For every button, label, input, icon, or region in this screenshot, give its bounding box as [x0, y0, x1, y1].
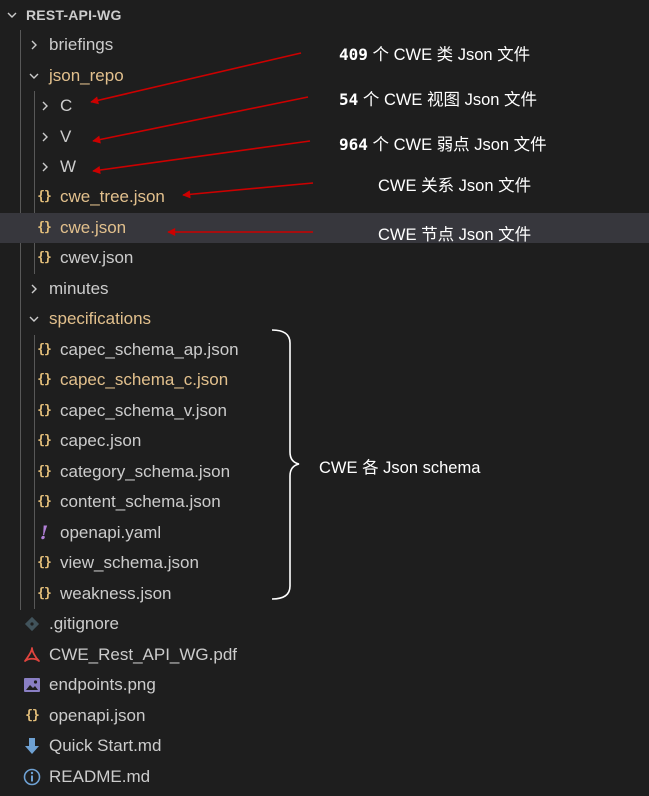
annotation-text: 个 CWE 视图 Json 文件	[362, 91, 538, 109]
annotation-overlay	[90, 52, 314, 600]
arrow-to-w	[92, 140, 311, 174]
annotation-v: 54 个 CWE 视图 Json 文件	[339, 86, 537, 110]
annotation-tree: CWE 关系 Json 文件	[378, 177, 532, 195]
annotation-c: 409 个 CWE 类 Json 文件	[339, 41, 530, 65]
annotation-text: 个 CWE 类 Json 文件	[372, 46, 531, 64]
annotation-count: 964	[339, 135, 368, 154]
arrow-to-cwe-tree	[182, 182, 314, 199]
annotation-count: 409	[339, 45, 368, 64]
annotation-text: 个 CWE 弱点 Json 文件	[372, 136, 547, 154]
annotation-w: 964 个 CWE 弱点 Json 文件	[339, 131, 547, 155]
annotation-node: CWE 节点 Json 文件	[378, 226, 532, 244]
annotation-schema: CWE 各 Json schema	[319, 459, 481, 477]
schema-bracket	[271, 329, 300, 600]
annotation-count: 54	[339, 90, 359, 109]
arrow-to-c	[90, 52, 302, 105]
arrow-to-v	[92, 96, 309, 144]
